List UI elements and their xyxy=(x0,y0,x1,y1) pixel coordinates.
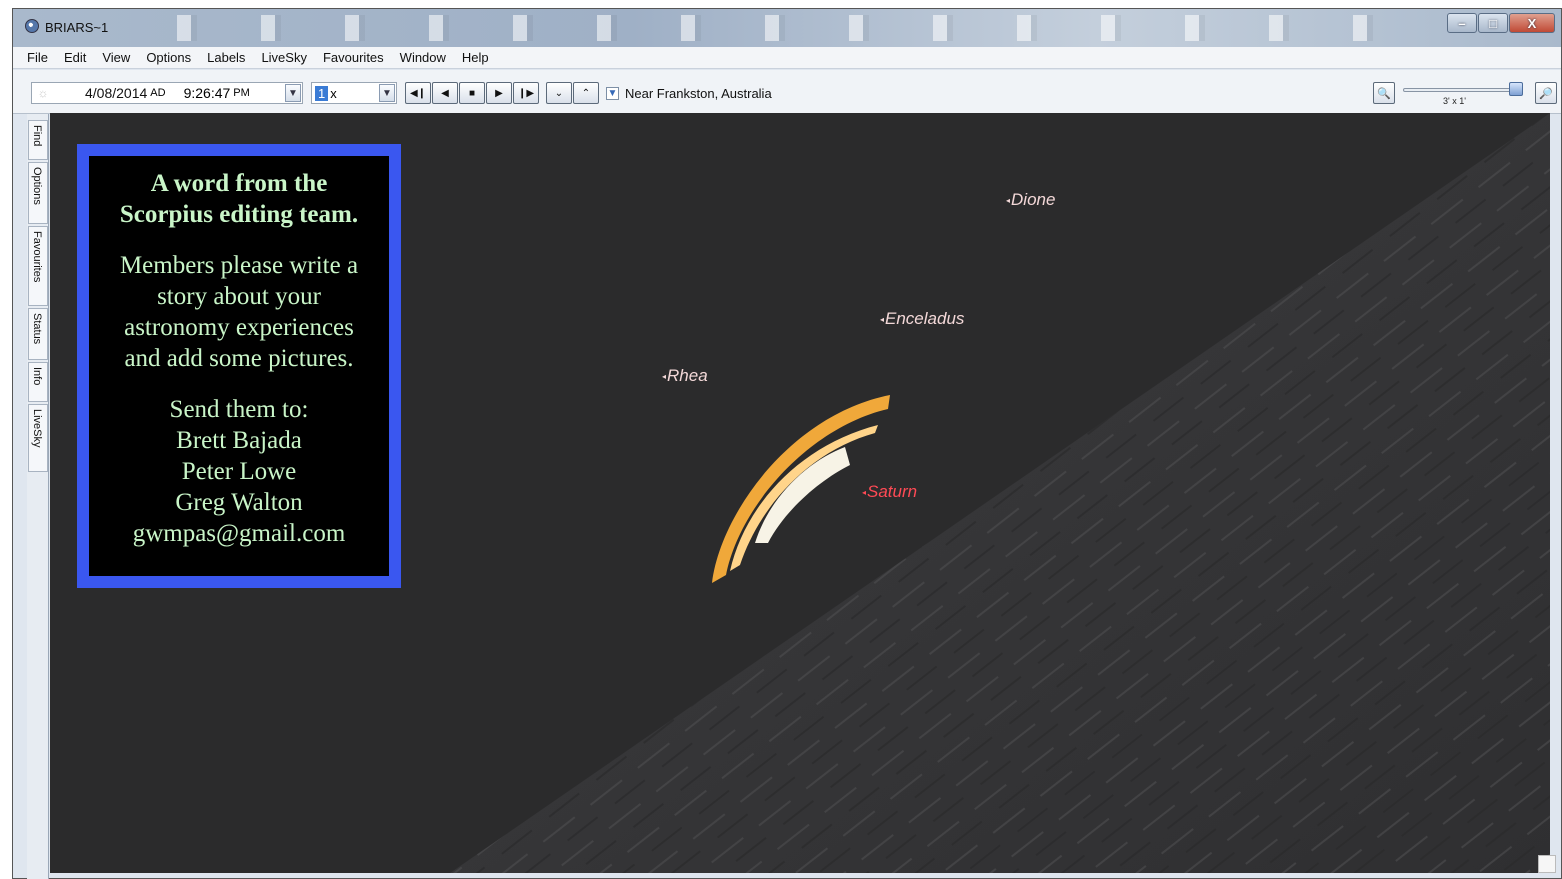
tab-find[interactable]: Find xyxy=(28,120,48,160)
resize-grip[interactable] xyxy=(1538,855,1556,873)
notice-body-line: astronomy experiences xyxy=(124,314,354,341)
saturn-text: Saturn xyxy=(867,482,918,501)
notice-contact-line: Brett Bajada xyxy=(176,427,302,454)
taskbar-thumbnails xyxy=(113,15,1433,41)
notice-body-line: story about your xyxy=(157,283,321,310)
tab-favourites-label: Favourites xyxy=(31,231,43,283)
zoom-slider-thumb[interactable] xyxy=(1509,82,1523,96)
moon-label-enceladus[interactable]: ◂Enceladus xyxy=(880,309,964,329)
tab-status[interactable]: Status xyxy=(28,308,48,360)
notice-contact-line: Send them to: xyxy=(169,396,309,423)
marker-icon: ◂ xyxy=(862,488,867,498)
location-controls: ⌄ ⌃ ▼ Near Frankston, Australia xyxy=(546,82,772,104)
tab-favourites[interactable]: Favourites xyxy=(28,226,48,306)
notice-title-line: Scorpius editing team. xyxy=(119,201,359,228)
minimize-button[interactable]: – xyxy=(1447,13,1477,33)
app-icon[interactable] xyxy=(25,19,39,33)
tab-info-label: Info xyxy=(31,367,43,386)
skip-back-icon[interactable]: ◀❙ xyxy=(405,82,431,104)
menu-help[interactable]: Help xyxy=(454,50,497,65)
location-label: Near Frankston, Australia xyxy=(625,85,772,101)
moon-label-rhea[interactable]: ◂Rhea xyxy=(662,366,708,386)
tab-livesky-label: LiveSky xyxy=(31,409,43,448)
notice-contacts: Send them to: Brett Bajada Peter Lowe Gr… xyxy=(89,394,389,549)
time-value: 9:26:47 xyxy=(183,85,231,101)
speed-dropdown-chevron-down-icon[interactable]: ▼ xyxy=(379,84,395,102)
zoom-slider[interactable]: 3' x 1' xyxy=(1401,82,1529,106)
menu-favourites[interactable]: Favourites xyxy=(315,50,392,65)
planet-label-saturn[interactable]: ◂Saturn xyxy=(862,482,917,502)
location-checkbox[interactable]: ▼ xyxy=(606,86,619,100)
zoom-out-icon[interactable]: 🔍 xyxy=(1373,82,1395,104)
marker-icon: ◂ xyxy=(662,372,667,382)
rhea-text: Rhea xyxy=(667,366,708,385)
window-title: BRIARS~1 xyxy=(45,20,109,35)
notice-title: A word from the Scorpius editing team. xyxy=(89,168,389,230)
tab-info[interactable]: Info xyxy=(28,362,48,402)
notice-box: A word from the Scorpius editing team. M… xyxy=(77,144,401,588)
field-of-view-label: 3' x 1' xyxy=(1443,96,1466,106)
time-ampm: PM xyxy=(233,87,250,99)
tab-options-label: Options xyxy=(31,167,43,205)
menu-view[interactable]: View xyxy=(94,50,138,65)
play-icon[interactable]: ▶ xyxy=(486,82,512,104)
notice-email: gwmpas@gmail.com xyxy=(132,520,346,547)
zoom-controls: 🔍 3' x 1' 🔎 xyxy=(1373,82,1557,106)
speed-unit: x xyxy=(330,85,337,101)
stop-icon[interactable]: ■ xyxy=(459,82,485,104)
close-button[interactable]: X xyxy=(1509,13,1555,33)
marker-icon: ◂ xyxy=(880,315,885,325)
date-era: AD xyxy=(150,87,166,99)
notice-contact-line: Greg Walton xyxy=(175,489,303,516)
speed-value: 1 xyxy=(315,85,329,101)
menu-bar: File Edit View Options Labels LiveSky Fa… xyxy=(13,47,1561,69)
menu-edit[interactable]: Edit xyxy=(56,50,94,65)
tab-status-label: Status xyxy=(31,313,43,345)
maximize-button[interactable]: □ xyxy=(1478,13,1508,33)
notice-contact-line: Peter Lowe xyxy=(181,458,297,485)
playback-controls: ◀❙ ◀ ■ ▶ ❙▶ xyxy=(405,82,540,104)
menu-window[interactable]: Window xyxy=(392,50,454,65)
skip-forward-icon[interactable]: ❙▶ xyxy=(513,82,539,104)
datetime-dropdown-chevron-down-icon[interactable]: ▼ xyxy=(285,84,301,102)
notice-body-line: and add some pictures. xyxy=(124,345,354,372)
side-tabs: Find Options Favourites Status Info Live… xyxy=(27,114,49,879)
chevron-down-icon[interactable]: ⌄ xyxy=(546,82,572,104)
notice-content: A word from the Scorpius editing team. M… xyxy=(89,156,389,576)
notice-title-line: A word from the xyxy=(150,170,328,197)
tab-options[interactable]: Options xyxy=(28,162,48,224)
time-speed-select[interactable]: 1 x ▼ xyxy=(311,82,397,104)
zoom-in-icon[interactable]: 🔎 xyxy=(1535,82,1557,104)
moon-label-dione[interactable]: ◂Dione xyxy=(1006,190,1055,210)
title-bar[interactable]: BRIARS~1 – □ X xyxy=(13,9,1561,47)
step-back-icon[interactable]: ◀ xyxy=(432,82,458,104)
menu-livesky[interactable]: LiveSky xyxy=(253,50,315,65)
zoom-slider-track xyxy=(1403,88,1523,92)
tab-find-label: Find xyxy=(31,125,43,147)
marker-icon: ◂ xyxy=(1006,196,1011,206)
chevron-up-icon[interactable]: ⌃ xyxy=(573,82,599,104)
window-controls: – □ X xyxy=(1446,13,1555,33)
notice-body-line: Members please write a xyxy=(119,252,359,279)
dione-text: Dione xyxy=(1011,190,1056,209)
menu-options[interactable]: Options xyxy=(138,50,199,65)
menu-file[interactable]: File xyxy=(19,50,56,65)
toolbar: ☼ 4/08/2014 AD 9:26:47 PM ▼ 1 x ▼ ◀❙ ◀ ■… xyxy=(13,70,1561,114)
enceladus-text: Enceladus xyxy=(885,309,965,328)
date-value: 4/08/2014 xyxy=(85,85,148,101)
notice-body: Members please write a story about your … xyxy=(89,250,389,374)
datetime-field[interactable]: ☼ 4/08/2014 AD 9:26:47 PM ▼ xyxy=(31,82,303,104)
menu-labels[interactable]: Labels xyxy=(199,50,253,65)
tab-livesky[interactable]: LiveSky xyxy=(28,404,48,472)
sun-icon: ☼ xyxy=(37,86,49,100)
